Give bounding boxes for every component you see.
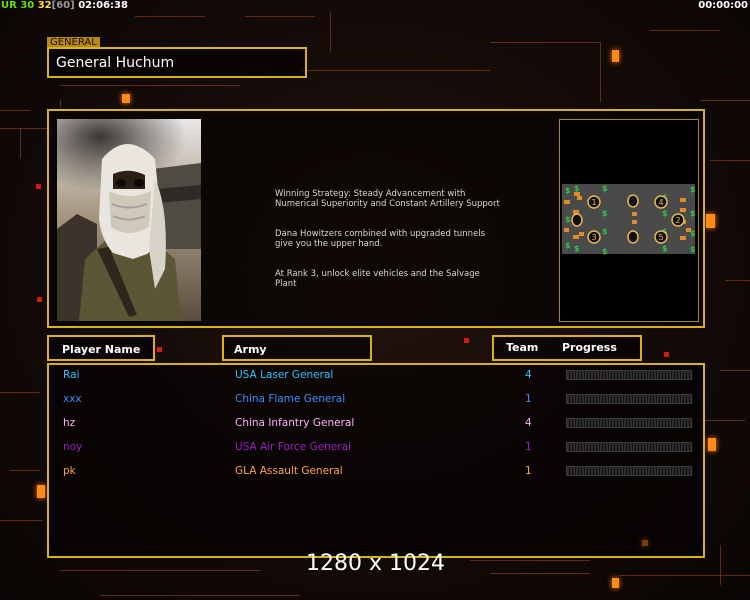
description-line-1: Winning Strategy: Steady Advancement wit… <box>275 189 500 209</box>
general-info-panel: Winning Strategy: Steady Advancement wit… <box>47 109 705 328</box>
start-position-2: 2 <box>675 216 680 225</box>
player-team: 1 <box>525 441 532 453</box>
description-line-3: At Rank 3, unlock elite vehicles and the… <box>275 269 480 289</box>
header-player-name: Player Name <box>47 335 155 361</box>
svg-text:$: $ <box>602 184 608 193</box>
progress-bar <box>566 394 692 404</box>
player-row: xxx China Flame General 1 <box>49 391 703 407</box>
svg-text:$: $ <box>690 209 696 218</box>
player-name: pk <box>63 465 76 477</box>
header-progress: Progress <box>562 341 617 354</box>
description-line-2: Dana Howitzers combined with upgraded tu… <box>275 229 486 249</box>
player-row: pk GLA Assault General 1 <box>49 463 703 479</box>
start-position-3: 3 <box>591 233 596 242</box>
player-army: GLA Assault General <box>235 465 343 477</box>
player-row: hz China Infantry General 4 <box>49 415 703 431</box>
player-army: USA Air Force General <box>235 441 351 453</box>
minimap: $$$ $$$ $$$ $$$ $$$ $$ <box>559 119 699 322</box>
player-row: Rai USA Laser General 4 <box>49 367 703 383</box>
hud-value-c: [60] <box>51 0 75 11</box>
players-table: Rai USA Laser General 4 xxx China Flame … <box>47 363 705 558</box>
svg-text:$: $ <box>662 209 668 218</box>
svg-text:$: $ <box>565 186 571 195</box>
svg-text:$: $ <box>574 244 580 253</box>
header-army: Army <box>222 335 372 361</box>
player-name: noy <box>63 441 83 453</box>
hud-clock: 02:06:38 <box>78 0 128 11</box>
svg-text:$: $ <box>565 241 571 250</box>
start-position-4: 4 <box>658 198 663 207</box>
hud-stats: UR 30 32[60] 02:06:38 <box>1 0 128 11</box>
svg-text:$: $ <box>602 227 608 236</box>
player-team: 4 <box>525 417 532 429</box>
progress-bar <box>566 418 692 428</box>
general-description: Winning Strategy: Steady Advancement wit… <box>275 179 535 309</box>
hud-value-b: 32 <box>37 0 52 11</box>
svg-text:$: $ <box>690 185 696 194</box>
progress-bar <box>566 442 692 452</box>
player-army: China Flame General <box>235 393 346 405</box>
hud-label: UR <box>1 0 17 11</box>
header-team: Team <box>506 341 539 354</box>
resolution-label: 1280 x 1024 <box>306 551 445 576</box>
general-name: General Huchum <box>47 47 307 78</box>
svg-text:$: $ <box>565 215 571 224</box>
player-team: 4 <box>525 369 532 381</box>
player-name: xxx <box>63 393 82 405</box>
progress-bar <box>566 370 692 380</box>
player-team: 1 <box>525 393 532 405</box>
player-name: hz <box>63 417 76 429</box>
player-army: USA Laser General <box>235 369 334 381</box>
svg-text:$: $ <box>690 245 696 254</box>
svg-text:$: $ <box>602 209 608 218</box>
general-portrait <box>57 119 201 321</box>
start-position-5: 5 <box>658 233 663 242</box>
hud-timer: 00:00:00 <box>698 0 748 11</box>
svg-text:$: $ <box>574 184 580 193</box>
player-army: China Infantry General <box>235 417 355 429</box>
start-position-1: 1 <box>591 198 596 207</box>
hud-value-a: 30 <box>20 0 35 11</box>
player-row: noy USA Air Force General 1 <box>49 439 703 455</box>
header-team-progress: Team Progress <box>492 335 642 361</box>
svg-text:$: $ <box>662 244 668 253</box>
svg-text:$: $ <box>602 247 608 256</box>
player-team: 1 <box>525 465 532 477</box>
progress-bar <box>566 466 692 476</box>
player-name: Rai <box>63 369 80 381</box>
